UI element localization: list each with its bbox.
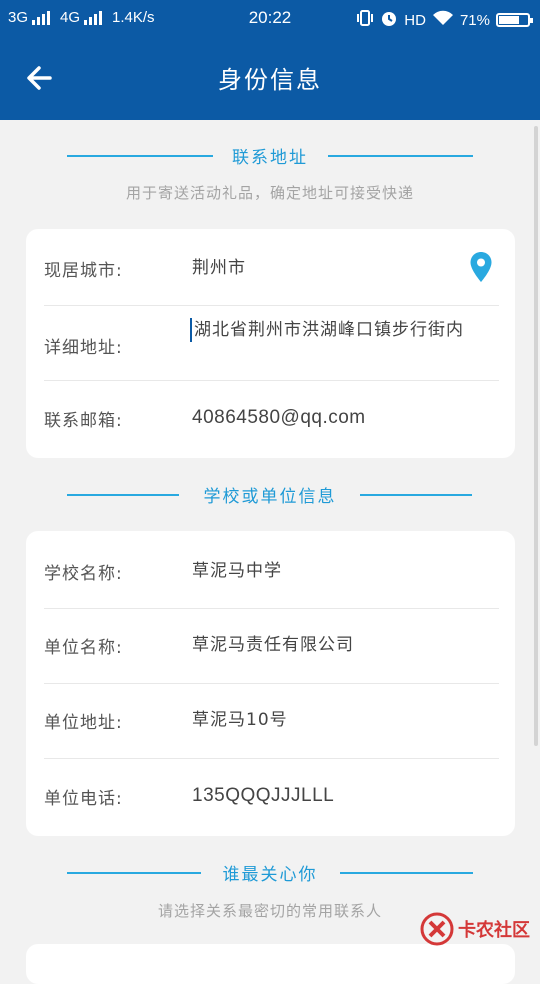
watermark-text: 卡农社区 bbox=[458, 920, 530, 941]
company-address-value: 草泥马10号 bbox=[192, 710, 288, 730]
page-title: 身份信息 bbox=[218, 66, 322, 94]
divider-line bbox=[360, 494, 472, 496]
city-label: 现居城市: bbox=[44, 261, 123, 281]
wifi-icon bbox=[432, 10, 454, 30]
school-label: 学校名称: bbox=[44, 564, 123, 584]
vibrate-icon bbox=[356, 10, 374, 30]
address-label: 详细地址: bbox=[44, 338, 123, 358]
row-divider bbox=[44, 758, 499, 759]
row-divider bbox=[44, 683, 499, 684]
email-label: 联系邮箱: bbox=[44, 411, 123, 431]
section-title-contact: 联系地址 bbox=[232, 148, 308, 168]
row-divider bbox=[44, 380, 499, 381]
email-value: 40864580@qq.com bbox=[192, 407, 366, 428]
school-row[interactable]: 学校名称: 草泥马中学 bbox=[44, 559, 499, 589]
scrollbar[interactable] bbox=[534, 126, 538, 746]
contact-card: 现居城市: 荆州市 详细地址: 湖北省荆州市洪湖峰口镇步行街内 联系邮箱: 40… bbox=[26, 229, 515, 458]
email-row[interactable]: 联系邮箱: 40864580@qq.com bbox=[44, 406, 499, 436]
city-value: 荆州市 bbox=[192, 258, 246, 278]
company-address-label: 单位地址: bbox=[44, 713, 123, 733]
company-value: 草泥马责任有限公司 bbox=[192, 635, 354, 655]
watermark: 卡农社区 bbox=[420, 912, 530, 946]
divider-line bbox=[328, 155, 473, 157]
battery-icon bbox=[496, 13, 533, 27]
company-phone-row[interactable]: 单位电话: 135QQQJJJLLL bbox=[44, 784, 499, 814]
contact-person-card bbox=[26, 944, 515, 984]
battery-percent: 71% bbox=[459, 11, 490, 29]
company-row[interactable]: 单位名称: 草泥马责任有限公司 bbox=[44, 633, 499, 663]
address-row[interactable]: 详细地址: 湖北省荆州市洪湖峰口镇步行街内 bbox=[44, 318, 499, 372]
app-bar: 身份信息 bbox=[0, 36, 540, 120]
status-bar: 3G 4G 1.4K/s 20:22 HD 71% bbox=[0, 0, 540, 36]
company-address-row[interactable]: 单位地址: 草泥马10号 bbox=[44, 708, 499, 738]
battery-fill bbox=[499, 16, 519, 24]
divider-line bbox=[67, 494, 179, 496]
section-header-contact: 联系地址 bbox=[0, 143, 540, 168]
divider-line bbox=[67, 872, 201, 874]
watermark-logo bbox=[420, 912, 454, 946]
section-subtitle-contact: 用于寄送活动礼品，确定地址可接受快递 bbox=[125, 184, 414, 202]
hd-label: HD bbox=[404, 11, 426, 29]
company-phone-label: 单位电话: bbox=[44, 789, 123, 809]
section-title-school: 学校或单位信息 bbox=[203, 487, 337, 507]
status-right: HD 71% bbox=[356, 9, 533, 31]
address-input[interactable]: 湖北省荆州市洪湖峰口镇步行街内 bbox=[190, 318, 499, 342]
section-header-school: 学校或单位信息 bbox=[0, 482, 540, 507]
location-pin-icon[interactable] bbox=[469, 251, 493, 283]
city-row[interactable]: 现居城市: 荆州市 bbox=[44, 256, 499, 286]
school-card: 学校名称: 草泥马中学 单位名称: 草泥马责任有限公司 单位地址: 草泥马10号… bbox=[26, 531, 515, 836]
school-value: 草泥马中学 bbox=[192, 561, 282, 581]
section-header-care: 谁最关心你 bbox=[0, 860, 540, 885]
company-label: 单位名称: bbox=[44, 638, 123, 658]
row-divider bbox=[44, 608, 499, 609]
row-divider bbox=[44, 305, 499, 306]
section-title-care: 谁最关心你 bbox=[222, 865, 318, 885]
alarm-icon bbox=[380, 9, 398, 31]
divider-line bbox=[67, 155, 213, 157]
company-phone-value: 135QQQJJJLLL bbox=[192, 785, 335, 806]
divider-line bbox=[340, 872, 473, 874]
